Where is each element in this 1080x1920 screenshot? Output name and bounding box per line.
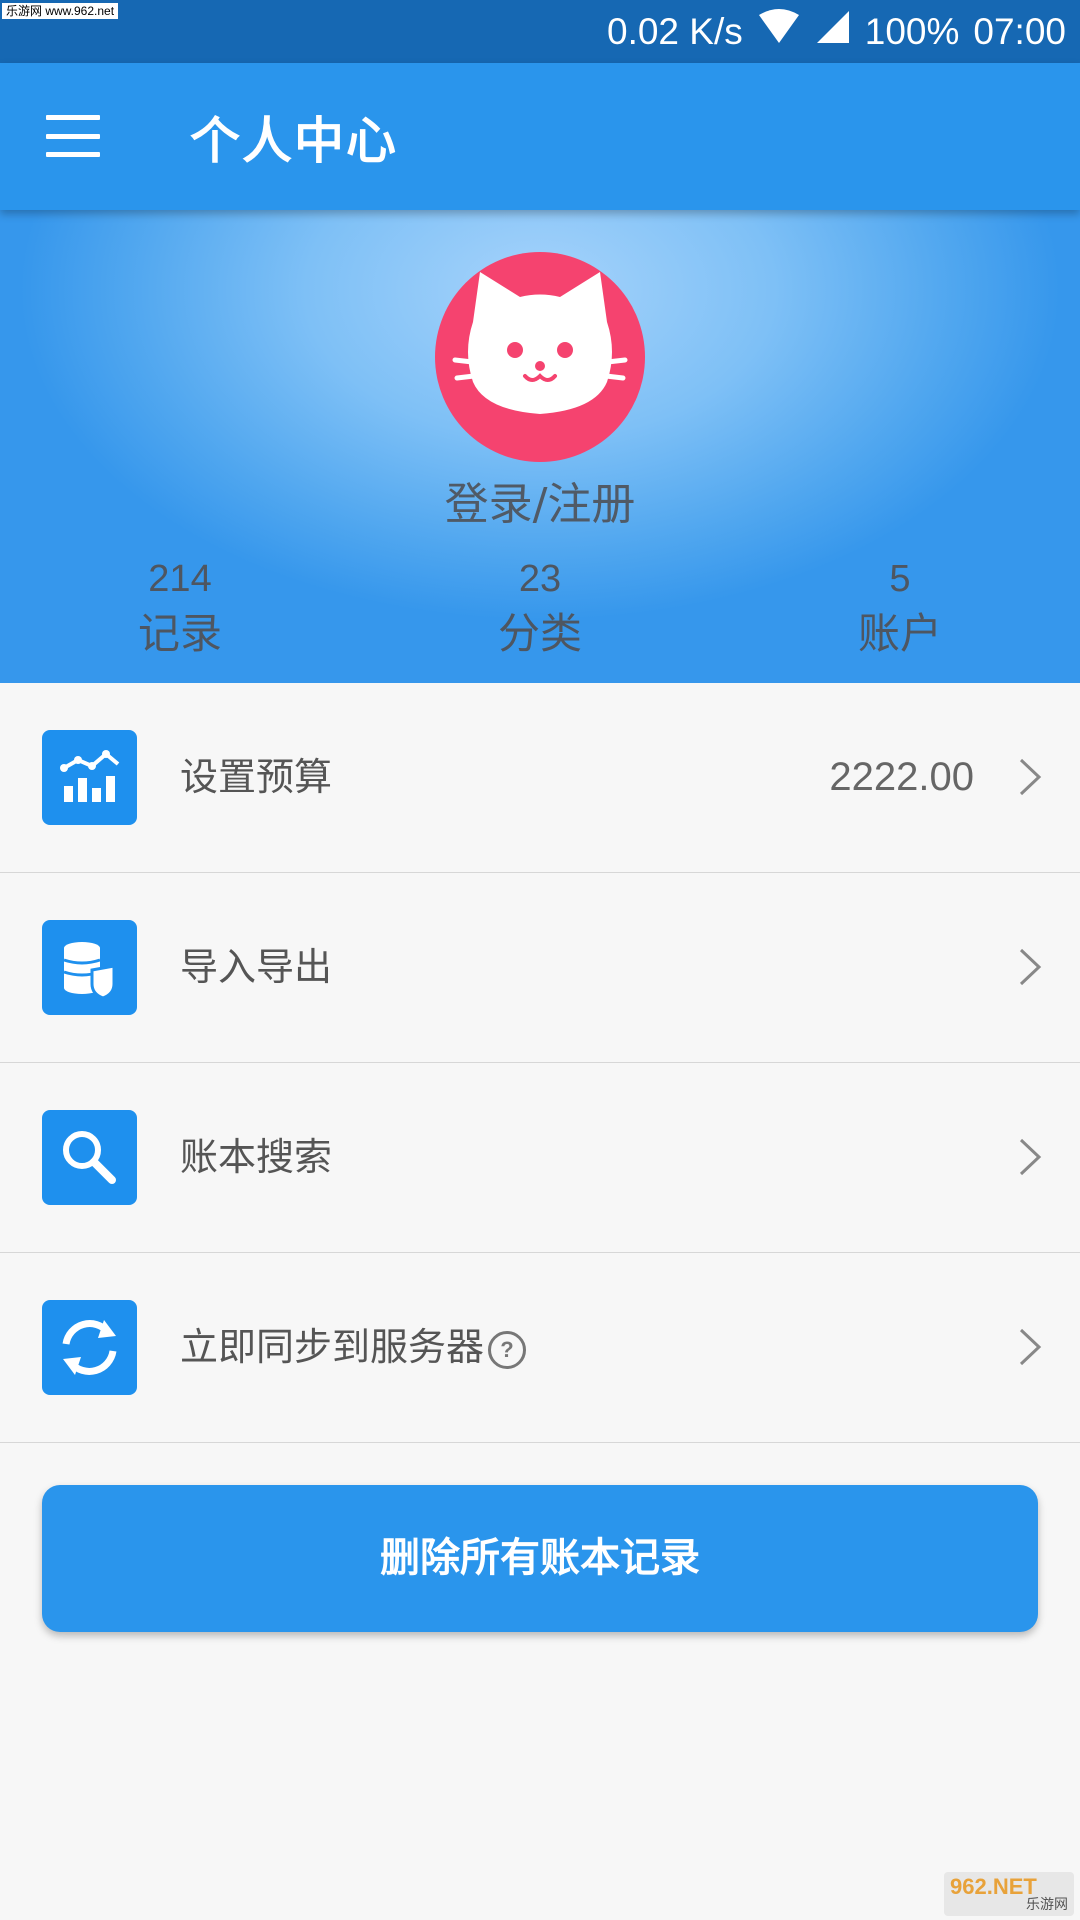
menu-item-budget[interactable]: 设置预算 2222.00 [0,683,1080,873]
stat-records-value: 214 [148,558,212,600]
menu-item-import-export-label: 导入导出 [180,945,333,989]
menu-item-sync-label-wrap: 立即同步到服务器? [180,1253,527,1442]
bottom-watermark-text: 962.NET [950,1874,1037,1899]
stat-records-label: 记录 [137,609,222,658]
top-watermark: 乐游网 www.962.net [2,3,119,19]
login-register-link[interactable]: 登录/注册 [0,468,1080,532]
profile-header: 登录/注册 214 记录 23 分类 5 账户 [0,210,1080,683]
stat-categories-label: 分类 [497,609,582,658]
sync-icon [42,1300,137,1395]
status-right: 0.02 K/s 100% 07:00 [607,0,1066,63]
budget-value: 2222.00 [829,755,974,799]
chevron-right-icon [1019,948,1042,986]
search-icon [42,1110,137,1205]
bottom-watermark: 962.NET 乐游网 [944,1872,1074,1916]
stat-accounts-label: 账户 [857,609,942,658]
stat-categories[interactable]: 23 分类 [360,555,720,665]
help-icon[interactable]: ? [488,1330,527,1369]
status-bar: 乐游网 www.962.net 0.02 K/s 100% 07:00 [0,0,1080,63]
app-bar: 个人中心 [0,63,1080,210]
menu-item-budget-label: 设置预算 [180,755,333,799]
menu-item-sync-label: 立即同步到服务器 [180,1325,485,1369]
menu-item-import-export[interactable]: 导入导出 [0,873,1080,1063]
network-speed: 0.02 K/s [607,10,743,52]
settings-list: 设置预算 2222.00 导入导出 账本搜索 立即同步到服务器 ? [0,683,1080,1443]
clock: 07:00 [973,10,1066,52]
chevron-right-icon [1019,758,1042,796]
budget-chart-icon [42,730,137,825]
stat-categories-value: 23 [518,558,562,600]
database-shield-icon [42,920,137,1015]
stat-records[interactable]: 214 记录 [0,555,360,665]
stat-accounts-value: 5 [889,558,911,600]
menu-item-search-label: 账本搜索 [180,1135,333,1179]
signal-icon [815,9,851,54]
hamburger-menu-icon[interactable] [46,115,100,157]
menu-item-sync[interactable]: 立即同步到服务器? [0,1253,1080,1443]
chevron-right-icon [1019,1328,1042,1366]
bottom-watermark-subtext: 乐游网 [1026,1897,1068,1913]
page-title: 个人中心 [190,112,398,170]
cat-avatar-icon[interactable] [435,252,645,462]
wifi-icon [757,9,801,54]
battery-text: 100% [864,10,960,52]
menu-item-search[interactable]: 账本搜索 [0,1063,1080,1253]
chevron-right-icon [1019,1138,1042,1176]
stat-accounts[interactable]: 5 账户 [720,555,1080,665]
delete-all-records-button[interactable]: 删除所有账本记录 [42,1485,1038,1632]
